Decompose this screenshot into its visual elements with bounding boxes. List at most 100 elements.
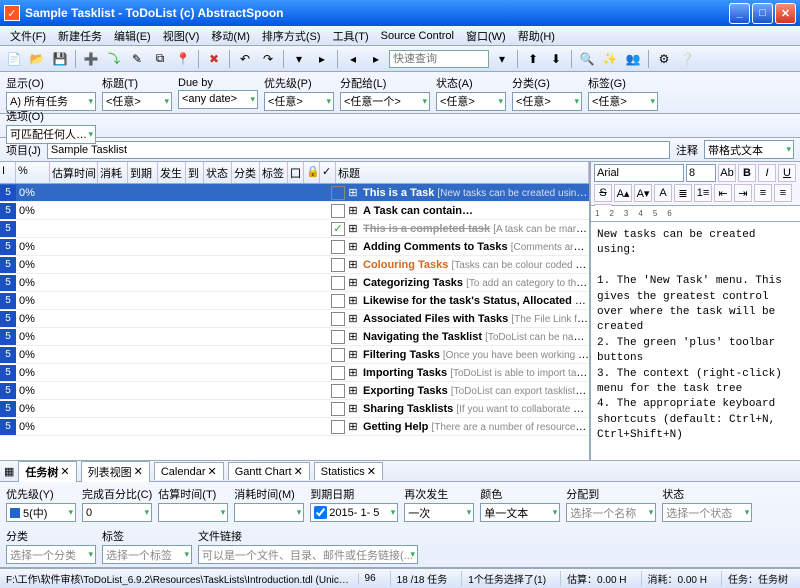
- done-checkbox[interactable]: [331, 240, 345, 254]
- due-enabled-checkbox[interactable]: [314, 506, 327, 519]
- next-icon[interactable]: ▸: [366, 49, 386, 69]
- col-pct[interactable]: %: [16, 162, 50, 183]
- expand-icon[interactable]: ⊞: [347, 186, 359, 199]
- bold-icon[interactable]: B: [738, 164, 756, 182]
- save-icon[interactable]: 💾: [50, 49, 70, 69]
- expand-icon[interactable]: ⊞: [347, 240, 359, 253]
- highlight-icon[interactable]: A: [654, 184, 672, 202]
- tab-statistics[interactable]: Statistics✕: [314, 462, 383, 480]
- col-to[interactable]: 到: [186, 162, 204, 183]
- col-a[interactable]: 囗: [288, 162, 304, 183]
- col-stat[interactable]: 状态: [204, 162, 232, 183]
- done-checkbox[interactable]: [331, 276, 345, 290]
- copy-icon[interactable]: ⧉: [150, 49, 170, 69]
- notes-body[interactable]: New tasks can be created using: 1. The '…: [591, 222, 800, 460]
- done-checkbox[interactable]: [331, 204, 345, 218]
- attr-status[interactable]: 选择一个状态: [662, 503, 752, 522]
- col-lock[interactable]: 🔒: [304, 162, 320, 183]
- done-checkbox[interactable]: [331, 294, 345, 308]
- sort-desc-icon[interactable]: ⬇: [546, 49, 566, 69]
- attr-recur[interactable]: 一次: [404, 503, 474, 522]
- done-checkbox[interactable]: [331, 384, 345, 398]
- new-subtask-icon[interactable]: ⤵: [104, 49, 124, 69]
- expand-icon[interactable]: ⊞: [347, 330, 359, 343]
- collapse-icon[interactable]: ▸: [312, 49, 332, 69]
- notes-format-combo[interactable]: 带格式文本: [704, 140, 794, 159]
- undo-icon[interactable]: ↶: [235, 49, 255, 69]
- expand-icon[interactable]: ⊞: [347, 312, 359, 325]
- help-icon[interactable]: ❔: [677, 49, 697, 69]
- table-row[interactable]: 50%⊞Filtering Tasks [Once you have been …: [0, 346, 589, 364]
- wand-icon[interactable]: ✨: [600, 49, 620, 69]
- strike-icon[interactable]: S: [594, 184, 612, 202]
- menu-edit[interactable]: 编辑(E): [108, 28, 157, 44]
- col-i[interactable]: I: [0, 162, 16, 183]
- italic-icon[interactable]: I: [758, 164, 776, 182]
- locate-icon[interactable]: 📍: [173, 49, 193, 69]
- col-due[interactable]: 到期: [128, 162, 158, 183]
- close-icon[interactable]: ✕: [294, 465, 303, 478]
- done-checkbox[interactable]: [331, 330, 345, 344]
- font-size-combo[interactable]: 8: [686, 164, 716, 182]
- shrink-font-icon[interactable]: A▾: [634, 184, 652, 202]
- table-row[interactable]: 5⊞This is a completed task [A task can b…: [0, 220, 589, 238]
- table-row[interactable]: 50%⊞Categorizing Tasks [To add an catego…: [0, 274, 589, 292]
- menu-newtask[interactable]: 新建任务: [52, 28, 108, 44]
- done-checkbox[interactable]: [331, 258, 345, 272]
- menu-file[interactable]: 文件(F): [4, 28, 52, 44]
- filter-dueby[interactable]: <any date>: [178, 90, 258, 109]
- underline-icon[interactable]: U: [778, 164, 796, 182]
- sort-asc-icon[interactable]: ⬆: [523, 49, 543, 69]
- expand-icon[interactable]: ▾: [289, 49, 309, 69]
- expand-icon[interactable]: ⊞: [347, 276, 359, 289]
- menu-sourcecontrol[interactable]: Source Control: [375, 30, 460, 42]
- filter-title[interactable]: <任意>: [102, 92, 172, 111]
- table-row[interactable]: 50%⊞Colouring Tasks [Tasks can be colour…: [0, 256, 589, 274]
- col-title[interactable]: 标题: [336, 162, 589, 183]
- new-file-icon[interactable]: 📄: [4, 49, 24, 69]
- expand-icon[interactable]: ⊞: [347, 384, 359, 397]
- table-row[interactable]: 50%⊞Getting Help [There are a number of …: [0, 418, 589, 436]
- attr-tags[interactable]: 选择一个标签: [102, 545, 192, 564]
- done-checkbox[interactable]: [331, 186, 345, 200]
- done-checkbox[interactable]: [331, 348, 345, 362]
- done-checkbox[interactable]: [331, 366, 345, 380]
- col-tag[interactable]: 标签: [260, 162, 288, 183]
- col-spent[interactable]: 消耗: [98, 162, 128, 183]
- close-icon[interactable]: ✕: [134, 465, 143, 478]
- outdent-icon[interactable]: ⇤: [714, 184, 732, 202]
- table-row[interactable]: 50%⊞Adding Comments to Tasks [Comments a…: [0, 238, 589, 256]
- menu-move[interactable]: 移动(M): [205, 28, 256, 44]
- tab-tasktree[interactable]: 任务树✕: [18, 461, 76, 482]
- expand-icon[interactable]: ⊞: [347, 366, 359, 379]
- col-chk[interactable]: ✓: [320, 162, 336, 183]
- align-center-icon[interactable]: ≡: [774, 184, 792, 202]
- redo-icon[interactable]: ↷: [258, 49, 278, 69]
- filter-priority[interactable]: <任意>: [264, 92, 334, 111]
- attr-spent[interactable]: [234, 503, 304, 522]
- done-checkbox[interactable]: [331, 312, 345, 326]
- table-row[interactable]: 50%⊞Exporting Tasks [ToDoList can export…: [0, 382, 589, 400]
- done-checkbox[interactable]: [331, 402, 345, 416]
- align-left-icon[interactable]: ≡: [754, 184, 772, 202]
- filter-status[interactable]: <任意>: [436, 92, 506, 111]
- indent-icon[interactable]: ⇥: [734, 184, 752, 202]
- prev-icon[interactable]: ◂: [343, 49, 363, 69]
- expand-icon[interactable]: ⊞: [347, 258, 359, 271]
- menu-help[interactable]: 帮助(H): [512, 28, 561, 44]
- font-color-icon[interactable]: Ab: [718, 164, 736, 182]
- filter-display[interactable]: A) 所有任务: [6, 92, 96, 111]
- attr-due[interactable]: 2015- 1- 5: [310, 503, 398, 522]
- filter-assigned[interactable]: <任意一个>: [340, 92, 430, 111]
- quick-search-input[interactable]: [389, 50, 489, 68]
- close-button[interactable]: ✕: [775, 3, 796, 24]
- delete-icon[interactable]: ✖: [204, 49, 224, 69]
- menu-sort[interactable]: 排序方式(S): [256, 28, 327, 44]
- minimize-button[interactable]: _: [729, 3, 750, 24]
- filter-tags[interactable]: <任意>: [588, 92, 658, 111]
- close-icon[interactable]: ✕: [60, 465, 69, 478]
- table-row[interactable]: 50%⊞This is a Task [New tasks can be cre…: [0, 184, 589, 202]
- expand-icon[interactable]: ⊞: [347, 420, 359, 433]
- attr-color[interactable]: 单一文本: [480, 503, 560, 522]
- expand-icon[interactable]: ⊞: [347, 204, 359, 217]
